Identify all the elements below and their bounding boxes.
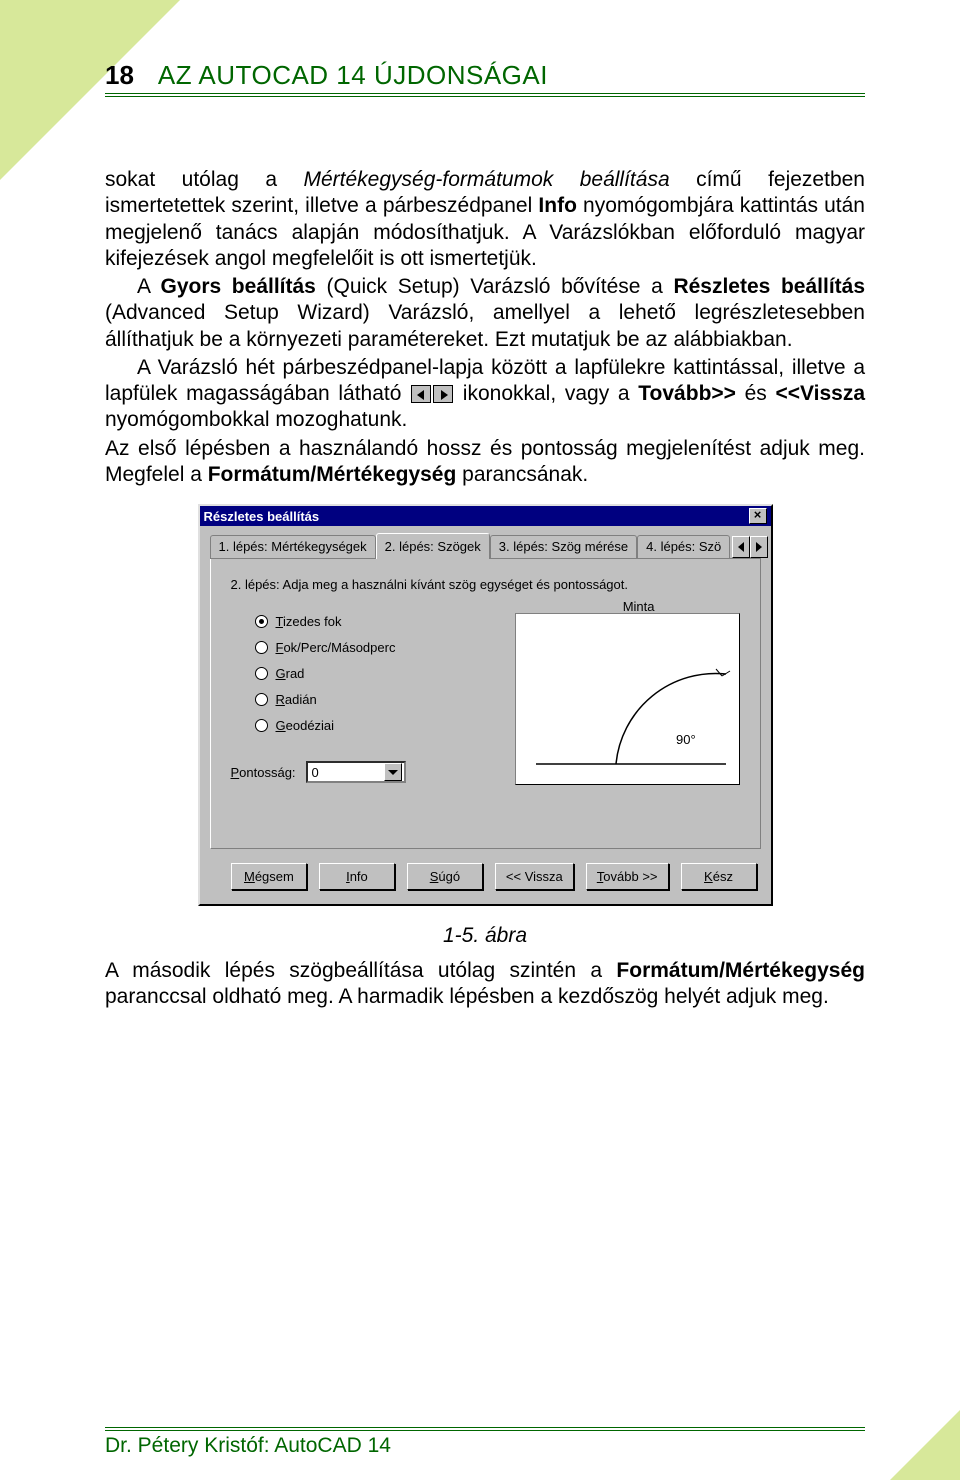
dialog-buttons: Mégsem Info Súgó << Vissza Tovább >> Kés… — [210, 849, 761, 892]
radio-icon — [255, 667, 268, 680]
paragraph-3: A Varázsló hét párbeszédpanel-lapja közö… — [105, 355, 865, 434]
btn-label: << Vissza — [506, 869, 563, 884]
help-button[interactable]: Súgó — [407, 863, 483, 890]
radio-label: adián — [285, 692, 317, 707]
radio-label: rad — [286, 666, 305, 681]
text: és — [736, 382, 776, 405]
text: A — [137, 275, 160, 298]
paragraph-1: sokat utólag a Mértékegység-formátumok b… — [105, 167, 865, 272]
dialog-title: Részletes beállítás — [204, 509, 320, 524]
text-bold: Formátum/Mértékegység — [208, 463, 457, 486]
text: (Quick Setup) Varázsló bővítése a — [316, 275, 674, 298]
tab-page-angles: 2. lépés: Adja meg a használni kívánt sz… — [210, 559, 761, 849]
sample-value-text: 90° — [676, 732, 696, 747]
back-button[interactable]: << Vissza — [495, 863, 574, 890]
btn-label: ovább >> — [603, 869, 657, 884]
page-number: 18 — [105, 60, 134, 91]
precision-mnemonic: P — [231, 765, 240, 780]
btn-label: ész — [713, 869, 733, 884]
dialog-titlebar[interactable]: Részletes beállítás × — [200, 506, 771, 526]
chevron-down-icon[interactable] — [384, 763, 402, 781]
cancel-button[interactable]: Mégsem — [231, 863, 307, 890]
step-instruction: 2. lépés: Adja meg a használni kívánt sz… — [231, 577, 740, 592]
radio-mnemonic: G — [276, 666, 286, 681]
tab-strip: 1. lépés: Mértékegységek 2. lépés: Szöge… — [210, 532, 761, 559]
text-bold: Formátum/Mértékegység — [616, 959, 865, 982]
radio-mnemonic: G — [276, 718, 286, 733]
tab-step2[interactable]: 2. lépés: Szögek — [376, 533, 490, 559]
tab-step1[interactable]: 1. lépés: Mértékegységek — [210, 535, 376, 558]
sample-label: Minta — [623, 599, 655, 614]
precision-value: 0 — [312, 765, 319, 780]
text: (Advanced Setup Wizard) Varázsló, amelly… — [105, 301, 865, 350]
page-title: AZ AUTOCAD 14 ÚJDONSÁGAI — [158, 60, 548, 91]
radio-icon — [255, 615, 268, 628]
tab-scroll-right-button[interactable] — [750, 536, 768, 558]
text-bold: Részletes beállítás — [673, 275, 865, 298]
precision-label-text: ontosság: — [239, 765, 295, 780]
text: paranccsal oldható meg. A harmadik lépés… — [105, 985, 829, 1008]
sample-preview: 90° — [515, 613, 740, 785]
text-bold: Tovább>> — [638, 382, 736, 405]
tab-scroll-left-button[interactable] — [732, 536, 750, 558]
radio-mnemonic: T — [276, 614, 283, 629]
text: parancsának. — [456, 463, 588, 486]
paragraph-5: A második lépés szögbeállítása utólag sz… — [105, 958, 865, 1011]
text-bold: Gyors beállítás — [160, 275, 315, 298]
done-button[interactable]: Kész — [681, 863, 757, 890]
close-button[interactable]: × — [749, 508, 767, 524]
next-button[interactable]: Tovább >> — [586, 863, 669, 890]
body-text-2: A második lépés szögbeállítása utólag sz… — [105, 958, 865, 1011]
btn-label: nfo — [350, 869, 368, 884]
text: nyomógombokkal mozoghatunk. — [105, 408, 407, 431]
figure-caption: 1-5. ábra — [105, 924, 865, 948]
tab-step3[interactable]: 3. lépés: Szög mérése — [490, 535, 637, 558]
radio-label: eodéziai — [286, 718, 334, 733]
paragraph-4: Az első lépésben a használandó hossz és … — [105, 436, 865, 489]
page-footer: Dr. Pétery Kristóf: AutoCAD 14 — [105, 1427, 865, 1458]
paragraph-2: A Gyors beállítás (Quick Setup) Varázsló… — [105, 274, 865, 353]
radio-mnemonic: R — [276, 692, 285, 707]
text-bold: Info — [538, 194, 576, 217]
text-bold: <<Vissza — [775, 382, 865, 405]
radio-icon — [255, 719, 268, 732]
precision-combo[interactable]: 0 — [306, 761, 406, 783]
radio-icon — [255, 693, 268, 706]
radio-icon — [255, 641, 268, 654]
page-content: 18 AZ AUTOCAD 14 ÚJDONSÁGAI sokat utólag… — [105, 60, 865, 1013]
btn-mnemonic: M — [244, 869, 255, 884]
tab-scroll — [732, 536, 768, 558]
tab-scroll-left-icon — [411, 385, 431, 403]
text: ikonokkal, vagy a — [454, 382, 638, 405]
btn-label: úgó — [438, 869, 460, 884]
tab-scroll-right-icon — [433, 385, 453, 403]
radio-label: ok/Perc/Másodperc — [283, 640, 395, 655]
text-italic: Mértékegység-formátumok beállítása — [304, 168, 670, 191]
body-text: sokat utólag a Mértékegység-formátumok b… — [105, 167, 865, 488]
text: A második lépés szögbeállítása utólag sz… — [105, 959, 616, 982]
btn-mnemonic: K — [704, 869, 713, 884]
text: sokat utólag a — [105, 168, 304, 191]
btn-label: égsem — [255, 869, 294, 884]
radio-label: izedes fok — [283, 614, 342, 629]
tab-step4[interactable]: 4. lépés: Szö — [637, 535, 730, 558]
page-header: 18 AZ AUTOCAD 14 ÚJDONSÁGAI — [105, 60, 865, 97]
info-button[interactable]: Info — [319, 863, 395, 890]
page-decoration-br — [890, 1410, 960, 1480]
precision-label: Pontosság: — [231, 765, 296, 780]
angle-preview-icon: 90° — [516, 614, 741, 786]
dialog-advanced-setup: Részletes beállítás × 1. lépés: Mértékeg… — [198, 504, 773, 906]
